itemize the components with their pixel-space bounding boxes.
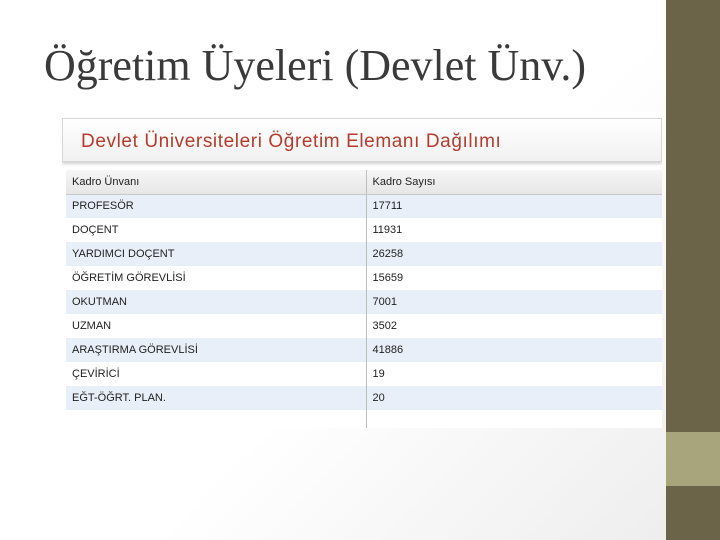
- cell-count: 3502: [366, 314, 662, 338]
- cell-count: 26258: [366, 242, 662, 266]
- cell-title: OKUTMAN: [66, 290, 367, 314]
- table-row: ÇEVİRİCİ 19: [66, 362, 662, 386]
- staff-table: Kadro Ünvanı Kadro Sayısı PROFESÖR 17711…: [66, 170, 662, 410]
- panel-title: Devlet Üniversiteleri Öğretim Elemanı Da…: [81, 131, 502, 152]
- cell-title: ÖĞRETİM GÖREVLİSİ: [66, 266, 367, 290]
- panel-header: Devlet Üniversiteleri Öğretim Elemanı Da…: [62, 118, 662, 162]
- cell-count: 11931: [366, 218, 662, 242]
- column-divider: [366, 410, 367, 428]
- table-row: ÖĞRETİM GÖREVLİSİ 15659: [66, 266, 662, 290]
- cell-title: YARDIMCI DOÇENT: [66, 242, 367, 266]
- cell-count: 7001: [366, 290, 662, 314]
- cell-title: UZMAN: [66, 314, 367, 338]
- cell-count: 20: [366, 386, 662, 410]
- cell-title: ÇEVİRİCİ: [66, 362, 367, 386]
- cell-title: DOÇENT: [66, 218, 367, 242]
- accent-square: [666, 432, 720, 486]
- cell-count: 41886: [366, 338, 662, 362]
- column-header-title[interactable]: Kadro Ünvanı: [66, 170, 367, 195]
- cell-title: ARAŞTIRMA GÖREVLİSİ: [66, 338, 367, 362]
- table-screenshot: Devlet Üniversiteleri Öğretim Elemanı Da…: [62, 112, 662, 428]
- table-row: EĞT-ÖĞRT. PLAN. 20: [66, 386, 662, 410]
- slide-title: Öğretim Üyeleri (Devlet Ünv.): [44, 41, 587, 90]
- table-row: DOÇENT 11931: [66, 218, 662, 242]
- cell-count: 17711: [366, 194, 662, 218]
- table-header-row: Kadro Ünvanı Kadro Sayısı: [66, 170, 662, 195]
- table-row: YARDIMCI DOÇENT 26258: [66, 242, 662, 266]
- cell-title: EĞT-ÖĞRT. PLAN.: [66, 386, 367, 410]
- table-row: UZMAN 3502: [66, 314, 662, 338]
- table-row: PROFESÖR 17711: [66, 194, 662, 218]
- cell-count: 15659: [366, 266, 662, 290]
- table-row: OKUTMAN 7001: [66, 290, 662, 314]
- cell-count: 19: [366, 362, 662, 386]
- cell-title: PROFESÖR: [66, 194, 367, 218]
- table-row: ARAŞTIRMA GÖREVLİSİ 41886: [66, 338, 662, 362]
- column-header-count[interactable]: Kadro Sayısı: [366, 170, 662, 195]
- table-empty-area: [66, 410, 662, 428]
